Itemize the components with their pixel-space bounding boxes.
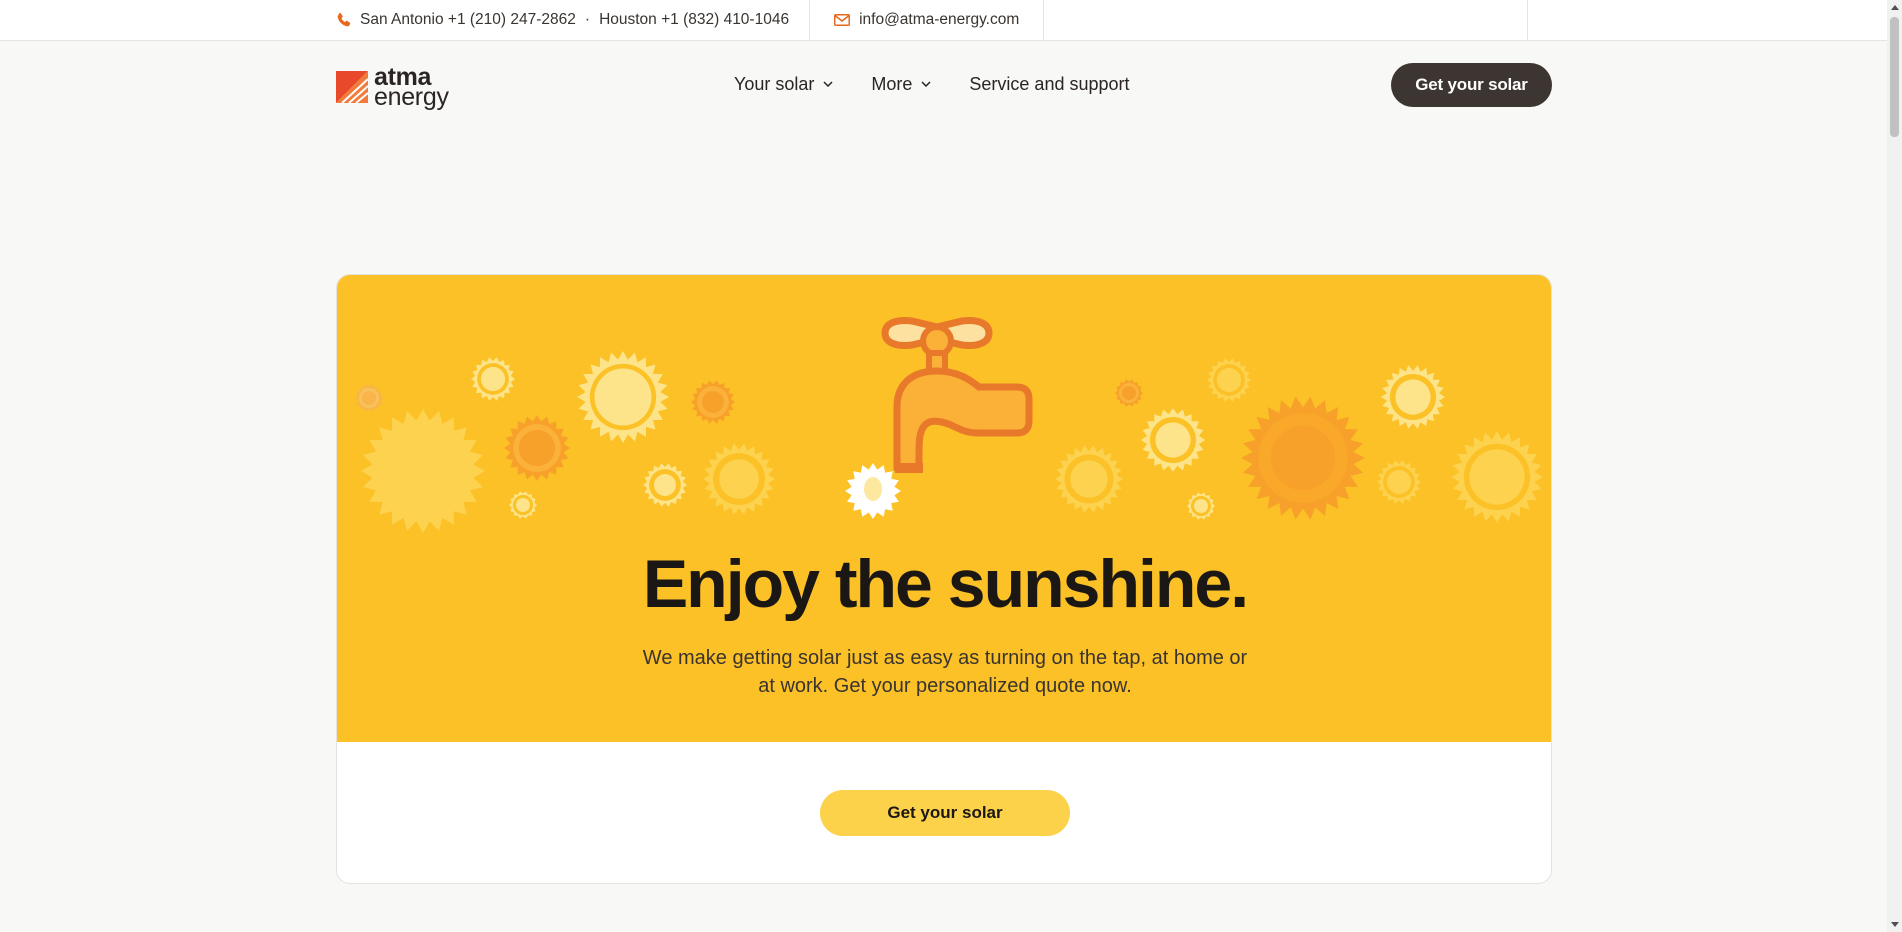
water-drop-sun-icon: [845, 463, 901, 519]
sun-icon: [504, 415, 570, 481]
scrollbar-thumb[interactable]: [1890, 17, 1899, 137]
hero-subtitle: We make getting solar just as easy as tu…: [642, 647, 1248, 697]
sun-icon: [643, 463, 687, 507]
sun-icon: [471, 357, 515, 401]
email-link[interactable]: info@atma-energy.com: [859, 11, 1019, 29]
chevron-down-icon: [921, 81, 931, 87]
scroll-down-icon[interactable]: [1887, 917, 1902, 932]
chevron-down-icon: [823, 81, 833, 87]
logo-mark-icon: [336, 71, 368, 104]
houston-phone-link[interactable]: Houston +1 (832) 410-1046: [599, 11, 789, 29]
sun-icon: [355, 384, 383, 412]
sun-icon: [1381, 365, 1445, 429]
contact-phones: San Antonio +1 (210) 247-2862 · Houston …: [336, 0, 811, 40]
nav-service-label: Service and support: [969, 73, 1130, 94]
atma-energy-logo[interactable]: atma energy: [336, 65, 452, 111]
header-get-your-solar-button[interactable]: Get your solar: [1391, 63, 1552, 107]
page-scrollbar[interactable]: [1887, 0, 1902, 932]
hero-card: Enjoy the sunshine. We make getting sola…: [336, 274, 1552, 884]
logo-line-2: energy: [374, 83, 449, 111]
main-nav: Your solar More Service and support: [734, 70, 1130, 98]
sun-icon: [361, 409, 485, 533]
hero-title: Enjoy the sunshine.: [642, 546, 1249, 622]
hero-get-your-solar-button[interactable]: Get your solar: [820, 790, 1070, 836]
sun-icon: [509, 491, 537, 519]
sun-icon: [1377, 460, 1421, 504]
mail-icon: [834, 14, 851, 26]
nav-service-and-support[interactable]: Service and support: [969, 74, 1129, 95]
sun-icon: [577, 351, 669, 443]
nav-more[interactable]: More: [871, 74, 931, 95]
sun-icon: [703, 443, 775, 515]
sun-icon: [1055, 445, 1123, 513]
sun-icon: [691, 380, 735, 424]
hero-banner: Enjoy the sunshine. We make getting sola…: [337, 275, 1551, 742]
san-antonio-phone-link[interactable]: San Antonio +1 (210) 247-2862: [360, 11, 576, 29]
sun-icon: [1241, 396, 1365, 520]
topbar-spacer: [1044, 0, 1528, 40]
nav-your-solar-label: Your solar: [734, 73, 815, 94]
contact-bar: San Antonio +1 (210) 247-2862 · Houston …: [0, 0, 1887, 41]
logo-wordmark: atma energy: [374, 65, 449, 111]
contact-email: info@atma-energy.com: [810, 0, 1045, 40]
scroll-up-icon[interactable]: [1887, 0, 1902, 15]
sun-icon: [1207, 358, 1251, 402]
nav-your-solar[interactable]: Your solar: [734, 74, 833, 95]
phone-separator: ·: [584, 11, 591, 28]
faucet-illustration: [881, 317, 1033, 473]
phone-icon: [336, 12, 352, 28]
sun-icon: [1115, 379, 1143, 407]
nav-more-label: More: [871, 73, 913, 94]
sun-icon: [1187, 492, 1215, 520]
contact-bar-inner: San Antonio +1 (210) 247-2862 · Houston …: [336, 0, 1528, 40]
sun-icon: [1451, 431, 1543, 523]
sun-icon: [1141, 408, 1205, 472]
